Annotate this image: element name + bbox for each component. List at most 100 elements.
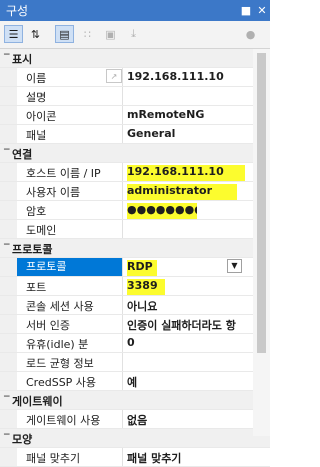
row-gutter xyxy=(0,163,17,181)
property-name: 유휴(idle) 분 xyxy=(26,338,89,351)
property-value[interactable]: ●●●●●●●● xyxy=(127,203,197,219)
property-row[interactable]: 설명 xyxy=(0,87,270,106)
property-name: 도메인 xyxy=(26,224,57,237)
property-row[interactable]: 호스트 이름 / IP 192.168.111.10 xyxy=(0,163,270,182)
category-label: 표시 xyxy=(12,53,33,66)
column-splitter[interactable] xyxy=(122,125,123,143)
row-gutter xyxy=(0,220,17,238)
property-value[interactable]: 0 xyxy=(127,336,247,349)
column-splitter[interactable] xyxy=(122,315,123,333)
collapse-icon[interactable]: − xyxy=(3,50,11,60)
column-splitter[interactable] xyxy=(122,182,123,200)
column-splitter[interactable] xyxy=(122,448,123,466)
category-row[interactable]: − 표시 xyxy=(0,49,270,68)
row-gutter xyxy=(0,258,17,276)
category-row[interactable]: − 게이트웨이 xyxy=(0,391,270,410)
scrollbar-thumb[interactable] xyxy=(257,53,266,353)
hosts-icon[interactable]: ⤓ xyxy=(124,25,143,43)
column-splitter[interactable] xyxy=(122,106,123,124)
column-splitter[interactable] xyxy=(122,68,123,86)
category-row[interactable]: − 프로토콜 xyxy=(0,239,270,258)
collapse-icon[interactable]: − xyxy=(3,392,11,402)
row-gutter xyxy=(0,201,17,219)
property-name: 설명 xyxy=(26,91,47,104)
property-row[interactable]: 유휴(idle) 분 0 xyxy=(0,334,270,353)
property-value[interactable]: 3389 xyxy=(127,279,165,295)
category-label: 연결 xyxy=(12,148,33,161)
alphabetical-icon[interactable]: ⇅ xyxy=(26,25,45,43)
inheritance-icon[interactable]: ∷ xyxy=(78,25,97,43)
property-row[interactable]: 사용자 이름 administrator xyxy=(0,182,270,201)
property-value[interactable]: 인증이 실패하더라도 항 xyxy=(127,317,247,333)
categorized-icon[interactable]: ☰ xyxy=(4,25,23,43)
collapse-icon[interactable]: − xyxy=(3,145,11,155)
row-gutter xyxy=(0,334,17,352)
column-splitter[interactable] xyxy=(122,296,123,314)
default-inheritance-icon[interactable]: ▣ xyxy=(101,25,120,43)
column-splitter[interactable] xyxy=(122,410,123,428)
column-splitter[interactable] xyxy=(122,201,123,219)
row-gutter xyxy=(0,68,17,86)
property-name: CredSSP 사용 xyxy=(26,376,97,389)
property-row[interactable]: 콘솔 세션 사용 아니요 xyxy=(0,296,270,315)
row-gutter xyxy=(0,87,17,105)
property-name: 게이트웨이 사용 xyxy=(26,414,101,427)
property-value[interactable]: 192.168.111.10 xyxy=(127,70,247,83)
property-value[interactable]: 없음 xyxy=(127,412,247,428)
property-row[interactable]: 아이콘 mRemoteNG xyxy=(0,106,270,125)
property-row[interactable]: 패널 General xyxy=(0,125,270,144)
category-label: 모양 xyxy=(12,433,33,446)
property-row[interactable]: CredSSP 사용 예 xyxy=(0,372,270,391)
property-row[interactable]: 이름 192.168.111.10 ↗ xyxy=(0,68,270,87)
row-gutter xyxy=(0,106,17,124)
column-splitter[interactable] xyxy=(122,334,123,352)
column-splitter[interactable] xyxy=(122,163,123,181)
property-name: 서버 인증 xyxy=(26,319,70,332)
property-value[interactable]: 예 xyxy=(127,374,247,390)
pin-icon[interactable]: ■ xyxy=(238,4,254,17)
icon-picker-icon[interactable]: ● xyxy=(241,25,260,43)
column-splitter[interactable] xyxy=(122,277,123,295)
property-value[interactable]: mRemoteNG xyxy=(127,108,247,121)
property-value[interactable]: General xyxy=(127,127,247,140)
property-row[interactable]: 도메인 xyxy=(0,220,270,239)
property-row[interactable]: 프로토콜 RDP ▼ xyxy=(0,258,270,277)
chevron-down-icon[interactable]: ▼ xyxy=(227,259,242,273)
column-splitter[interactable] xyxy=(122,220,123,238)
property-row[interactable]: 포트 3389 xyxy=(0,277,270,296)
panel-title: 구성 xyxy=(6,4,29,18)
category-row[interactable]: − 연결 xyxy=(0,144,270,163)
vertical-scrollbar[interactable] xyxy=(253,49,270,436)
property-value[interactable]: 아니요 xyxy=(127,298,247,314)
property-row[interactable]: 로드 균형 정보 xyxy=(0,353,270,372)
property-row[interactable]: 패널 맞추기 패널 맞추기 xyxy=(0,448,270,467)
collapse-icon[interactable]: − xyxy=(3,430,11,440)
collapse-icon[interactable]: − xyxy=(3,240,11,250)
row-gutter xyxy=(0,353,17,371)
property-name: 콘솔 세션 사용 xyxy=(26,300,94,313)
properties-icon[interactable]: ▤ xyxy=(55,25,74,43)
property-name: 패널 xyxy=(26,129,47,142)
property-name: 프로토콜 xyxy=(17,258,122,276)
category-row[interactable]: − 모양 xyxy=(0,429,270,448)
property-row[interactable]: 게이트웨이 사용 없음 xyxy=(0,410,270,429)
property-row[interactable]: 암호 ●●●●●●●● xyxy=(0,201,270,220)
property-row[interactable]: 서버 인증 인증이 실패하더라도 항 xyxy=(0,315,270,334)
row-gutter xyxy=(0,448,17,466)
property-value[interactable]: 패널 맞추기 xyxy=(127,450,247,466)
panel-titlebar: 구성 ■ ✕ xyxy=(0,0,270,21)
property-value[interactable]: administrator xyxy=(127,184,237,200)
property-value[interactable]: RDP xyxy=(127,260,157,276)
property-value[interactable]: 192.168.111.10 xyxy=(127,165,245,181)
property-grid: − 표시 이름 192.168.111.10 ↗ 설명 아이콘 mRemoteNG 패널 Gene… xyxy=(0,49,270,467)
column-splitter[interactable] xyxy=(122,353,123,371)
category-label: 프로토콜 xyxy=(12,243,53,256)
column-splitter[interactable] xyxy=(122,258,123,276)
close-icon[interactable]: ✕ xyxy=(254,4,270,17)
row-gutter xyxy=(0,315,17,333)
column-splitter[interactable] xyxy=(122,372,123,390)
property-name: 포트 xyxy=(26,281,47,294)
property-name: 사용자 이름 xyxy=(26,186,81,199)
external-link-icon[interactable]: ↗ xyxy=(106,69,122,83)
column-splitter[interactable] xyxy=(122,87,123,105)
